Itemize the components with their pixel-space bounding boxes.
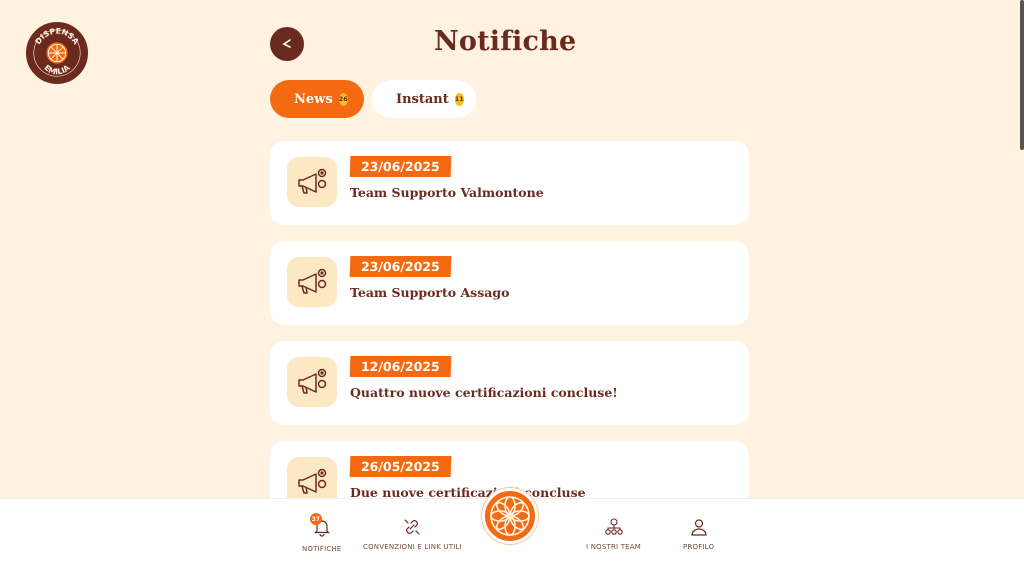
profile-icon <box>691 519 707 536</box>
nav-team[interactable]: I NOSTRI TEAM <box>586 517 641 551</box>
tab-instant[interactable]: Instant 11 <box>372 80 476 118</box>
nav-profilo[interactable]: PROFILO <box>683 517 714 551</box>
logo-emblem-icon: DISPENSA EMILIA <box>28 24 86 82</box>
notification-date: 26/05/2025 <box>349 456 452 477</box>
nav-convenzioni-label: CONVENZIONI E LINK UTILI <box>363 543 462 551</box>
back-button[interactable] <box>270 27 304 61</box>
link-icon <box>404 519 421 535</box>
notification-card[interactable]: 23/06/2025 Team Supporto Assago <box>270 241 749 325</box>
nav-profilo-label: PROFILO <box>683 543 715 551</box>
tab-news-count: 26 <box>338 92 348 106</box>
notification-tabs: News 26 Instant 11 <box>270 80 476 118</box>
notification-list: 23/06/2025 Team Supporto Valmontone 23/0… <box>270 141 749 541</box>
notification-card[interactable]: 23/06/2025 Team Supporto Valmontone <box>270 141 749 225</box>
nav-notifiche-badge: 37 <box>309 513 322 525</box>
notification-date: 12/06/2025 <box>349 356 452 377</box>
tab-instant-count: 11 <box>454 92 464 106</box>
notification-title: Quattro nuove certificazioni concluse! <box>350 385 618 400</box>
home-center-button[interactable] <box>482 488 538 544</box>
notification-title: Team Supporto Assago <box>350 285 510 300</box>
notification-date: 23/06/2025 <box>349 256 452 277</box>
page-scrollbar[interactable] <box>1020 0 1024 150</box>
nav-notifiche[interactable]: 37 NOTIFICHE <box>302 513 342 553</box>
megaphone-icon <box>287 357 337 407</box>
tab-news-label: News <box>294 91 333 107</box>
nav-convenzioni[interactable]: CONVENZIONI E LINK UTILI <box>363 517 462 551</box>
tab-news[interactable]: News 26 <box>270 80 364 118</box>
nav-team-label: I NOSTRI TEAM <box>586 543 642 551</box>
brand-logo[interactable]: DISPENSA EMILIA <box>26 22 88 84</box>
nav-notifiche-label: NOTIFICHE <box>302 545 342 553</box>
notification-card[interactable]: 12/06/2025 Quattro nuove certificazioni … <box>270 341 749 425</box>
page-title: Notifiche <box>434 26 577 57</box>
megaphone-icon <box>287 157 337 207</box>
back-arrow-icon <box>282 39 291 48</box>
orange-slice-icon <box>490 496 530 536</box>
tab-instant-label: Instant <box>396 91 449 107</box>
megaphone-icon <box>287 257 337 307</box>
team-icon <box>604 518 623 535</box>
notification-title: Team Supporto Valmontone <box>350 185 544 200</box>
notification-date: 23/06/2025 <box>349 156 452 177</box>
